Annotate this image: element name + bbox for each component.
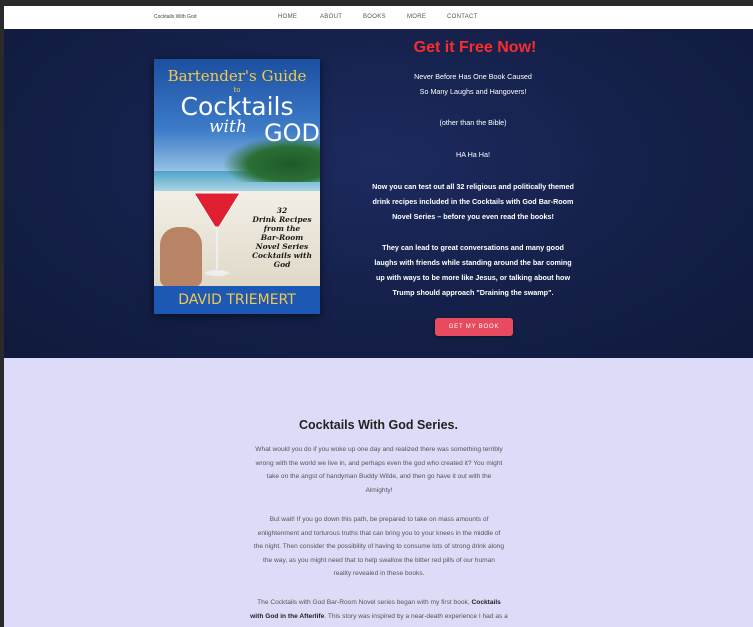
nav-about[interactable]: ABOUT: [320, 14, 342, 20]
hero-line: So Many Laughs and Hangovers!: [419, 87, 527, 96]
cover-title-line1: Bartender's Guide: [167, 67, 307, 85]
cover-subtitle-line: Bar-Room: [260, 233, 304, 242]
cover-title-line4: with: [209, 117, 247, 137]
intro-paragraph: What would you do if you woke up one day…: [244, 443, 514, 497]
hero-paragraph-line: drink recipes included in the Cocktails …: [372, 197, 574, 206]
paragraph-line: Almighty!: [365, 486, 393, 494]
warning-paragraph: But wait! If you go down this path, be p…: [244, 513, 514, 581]
paragraph-line: with God in the Afterlife. This story wa…: [244, 610, 514, 624]
series-section: Cocktails With God Series. What would yo…: [4, 358, 753, 627]
hero-paragraph-line: up with ways to be more like Jesus, or t…: [375, 273, 571, 282]
cover-subtitle-line: Novel Series: [255, 242, 309, 251]
cover-subtitle-line: 32: [276, 206, 288, 215]
cover-subtitle: 32 Drink Recipes from the Bar-Room Novel…: [246, 206, 318, 269]
hero-line: HA Ha Ha!: [456, 150, 490, 159]
section-title: Cocktails With God Series.: [299, 418, 458, 432]
hero-line: Never Before Has One Book Caused: [414, 72, 532, 81]
paragraph-text: . This story was inspired by a near-deat…: [324, 612, 508, 620]
paragraph-line: wrong with the world we live in, and per…: [255, 459, 503, 467]
book-title-link[interactable]: Cocktails: [472, 599, 501, 606]
martini-glass-icon: [193, 192, 241, 276]
nav-more[interactable]: MORE: [407, 14, 426, 20]
paragraph-line: reality revealed in these books.: [333, 570, 425, 578]
paragraph-text: The Cocktails with God Bar-Room Novel se…: [257, 599, 472, 606]
hero-paragraph-line: Now you can test out all 32 religious an…: [372, 182, 574, 191]
cover-subtitle-line: Cocktails with God: [252, 251, 312, 269]
get-my-book-button[interactable]: GET MY BOOK: [435, 318, 513, 336]
paragraph-line: The Cocktails with God Bar-Room Novel se…: [244, 596, 514, 610]
hero-paragraph-line: laughs with friends while standing aroun…: [374, 258, 572, 267]
cover-title-line5: GOD: [264, 119, 320, 147]
cover-subtitle-line: Drink Recipes: [252, 215, 312, 224]
cover-subtitle-line: from the: [263, 224, 301, 233]
page-frame: Cocktails With God HOME ABOUT BOOKS MORE…: [4, 6, 753, 627]
cover-author: DAVID TRIEMERT: [154, 286, 320, 314]
hero-paragraph-line: Novel Series – before you even read the …: [392, 212, 554, 221]
paragraph-line: What would you do if you woke up one day…: [255, 446, 503, 453]
hero-section: Bartender's Guide to Cocktails with GOD …: [4, 29, 753, 358]
paragraph-line: take on the angst of handyman Buddy Wild…: [266, 473, 492, 481]
hero-paragraph-line: Trump should approach "Draining the swam…: [392, 288, 554, 297]
top-navbar: Cocktails With God HOME ABOUT BOOKS MORE…: [4, 6, 753, 29]
nav-books[interactable]: BOOKS: [363, 14, 386, 20]
nav-home[interactable]: HOME: [278, 14, 297, 20]
hero-title: Get it Free Now!: [413, 39, 537, 56]
hero-paragraph-line: They can lead to great conversations and…: [382, 243, 564, 252]
nav-contact[interactable]: CONTACT: [447, 14, 478, 20]
origin-paragraph: The Cocktails with God Bar-Room Novel se…: [244, 596, 514, 623]
book-cover-image: Bartender's Guide to Cocktails with GOD …: [154, 59, 320, 314]
main-nav: HOME ABOUT BOOKS MORE CONTACT: [4, 14, 753, 24]
paragraph-line: the night. Then consider the possibility…: [253, 543, 505, 551]
hero-line: (other than the Bible): [439, 118, 507, 127]
paragraph-line: But wait! If you go down this path, be p…: [269, 516, 489, 523]
paragraph-line: enlightenment and torturous truths that …: [257, 529, 501, 537]
book-title-link[interactable]: with God in the Afterlife: [250, 613, 324, 620]
paragraph-line: the way, as you might need that to help …: [263, 556, 495, 564]
